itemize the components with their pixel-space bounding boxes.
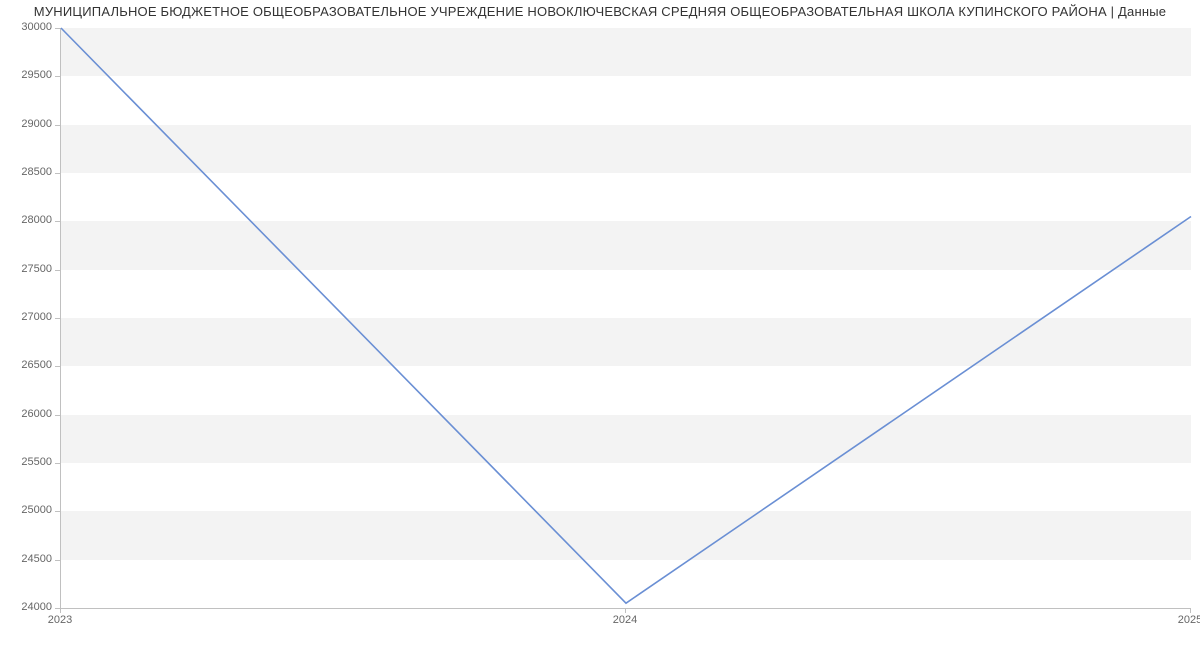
x-tick — [1190, 608, 1191, 613]
y-tick-label: 29500 — [10, 69, 52, 81]
x-tick — [60, 608, 61, 613]
plot-area — [60, 28, 1191, 609]
x-tick — [625, 608, 626, 613]
chart-container: МУНИЦИПАЛЬНОЕ БЮДЖЕТНОЕ ОБЩЕОБРАЗОВАТЕЛЬ… — [0, 0, 1200, 650]
y-tick — [55, 560, 60, 561]
y-tick — [55, 270, 60, 271]
y-tick — [55, 173, 60, 174]
y-tick — [55, 125, 60, 126]
y-tick — [55, 318, 60, 319]
y-tick — [55, 415, 60, 416]
y-tick — [55, 366, 60, 367]
y-tick — [55, 28, 60, 29]
y-tick-label: 28500 — [10, 166, 52, 178]
y-tick-label: 29000 — [10, 118, 52, 130]
y-tick — [55, 76, 60, 77]
y-tick — [55, 221, 60, 222]
y-tick-label: 26500 — [10, 359, 52, 371]
x-tick-label: 2025 — [1178, 614, 1200, 626]
y-tick-label: 27500 — [10, 263, 52, 275]
y-tick-label: 25500 — [10, 456, 52, 468]
chart-title: МУНИЦИПАЛЬНОЕ БЮДЖЕТНОЕ ОБЩЕОБРАЗОВАТЕЛЬ… — [0, 4, 1200, 19]
y-tick — [55, 511, 60, 512]
y-tick-label: 26000 — [10, 408, 52, 420]
y-tick-label: 24000 — [10, 601, 52, 613]
y-tick-label: 24500 — [10, 553, 52, 565]
y-tick-label: 30000 — [10, 21, 52, 33]
x-tick-label: 2024 — [613, 614, 637, 626]
y-tick-label: 25000 — [10, 504, 52, 516]
y-tick-label: 27000 — [10, 311, 52, 323]
y-tick — [55, 463, 60, 464]
x-tick-label: 2023 — [48, 614, 72, 626]
line-layer — [61, 28, 1191, 608]
data-line — [61, 28, 1191, 603]
y-tick-label: 28000 — [10, 214, 52, 226]
